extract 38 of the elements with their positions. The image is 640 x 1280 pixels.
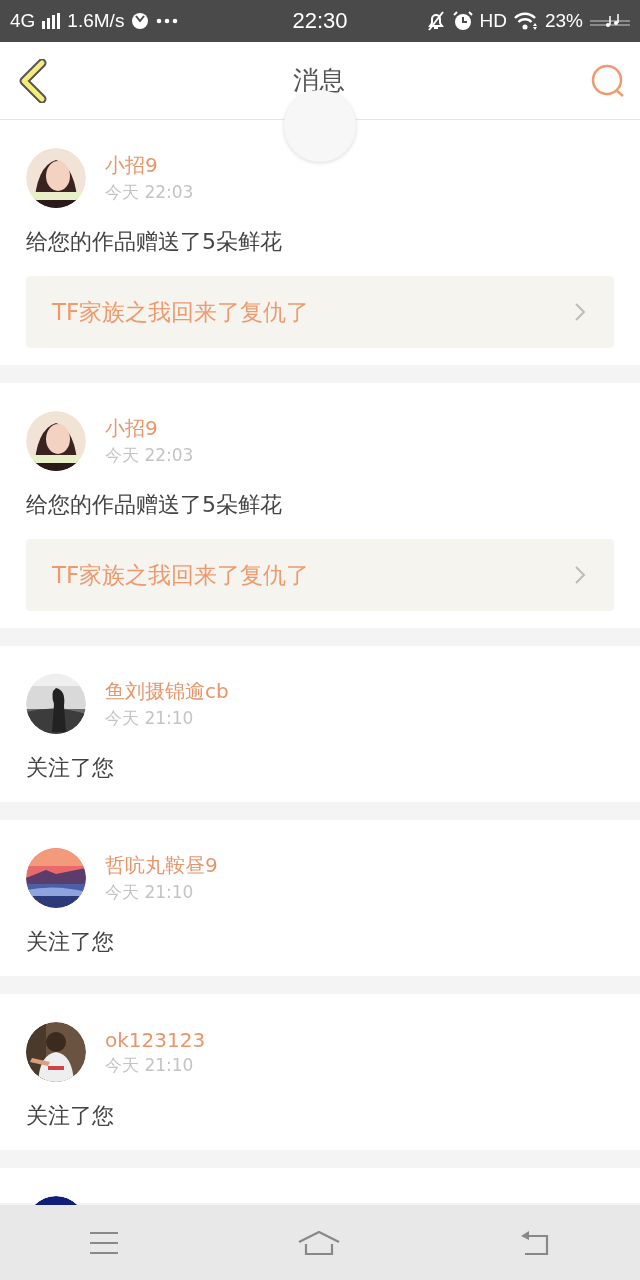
search-icon (590, 62, 626, 99)
home-button[interactable] (297, 1229, 341, 1256)
message-text: 关注了您 (26, 754, 115, 782)
user-name[interactable]: ok123123 (105, 1027, 206, 1052)
music-icon (590, 13, 630, 29)
battery-level: 23% (544, 10, 583, 32)
chevron-right-icon (574, 302, 586, 322)
message-time: 今天 21:10 (105, 881, 195, 904)
back-button[interactable] (18, 58, 48, 103)
message-time: 今天 22:03 (105, 181, 194, 204)
network-speed: 1.6M/s (67, 10, 125, 32)
clock-time: 22:30 (292, 8, 348, 34)
home-icon (297, 1229, 341, 1256)
network-type: 4G (10, 10, 36, 32)
message-time: 今天 21:10 (105, 1053, 195, 1077)
user-name[interactable]: 鱼刘摄锦逾cb (105, 678, 229, 705)
alarm-icon (452, 11, 473, 31)
menu-button[interactable] (89, 1230, 119, 1255)
chevron-right-icon (574, 565, 586, 585)
message-text: 给您的作品赠送了5朵鲜花 (26, 491, 283, 519)
message-text: 关注了您 (26, 928, 115, 956)
work-link[interactable]: TF家族之我回来了复仇了 (26, 276, 614, 348)
user-name[interactable]: 哲吭丸鞍昼9 (105, 852, 218, 879)
return-icon (519, 1229, 551, 1256)
user-name[interactable]: 小招9 (105, 415, 194, 442)
page-title: 消息 (293, 64, 345, 97)
more-icon (156, 18, 179, 24)
message-time: 今天 22:03 (105, 444, 194, 467)
message-time: 今天 21:10 (105, 707, 195, 730)
muted-bell-icon (425, 11, 446, 31)
hd-label: HD (479, 10, 507, 32)
work-link[interactable]: TF家族之我回来了复仇了 (26, 539, 614, 611)
message-text: 给您的作品赠送了5朵鲜花 (26, 228, 283, 256)
message-text: 关注了您 (26, 1102, 115, 1130)
menu-icon (89, 1230, 119, 1255)
user-name[interactable]: 小招9 (105, 152, 194, 179)
wifi-icon (513, 12, 538, 30)
signal-icon (42, 13, 61, 29)
